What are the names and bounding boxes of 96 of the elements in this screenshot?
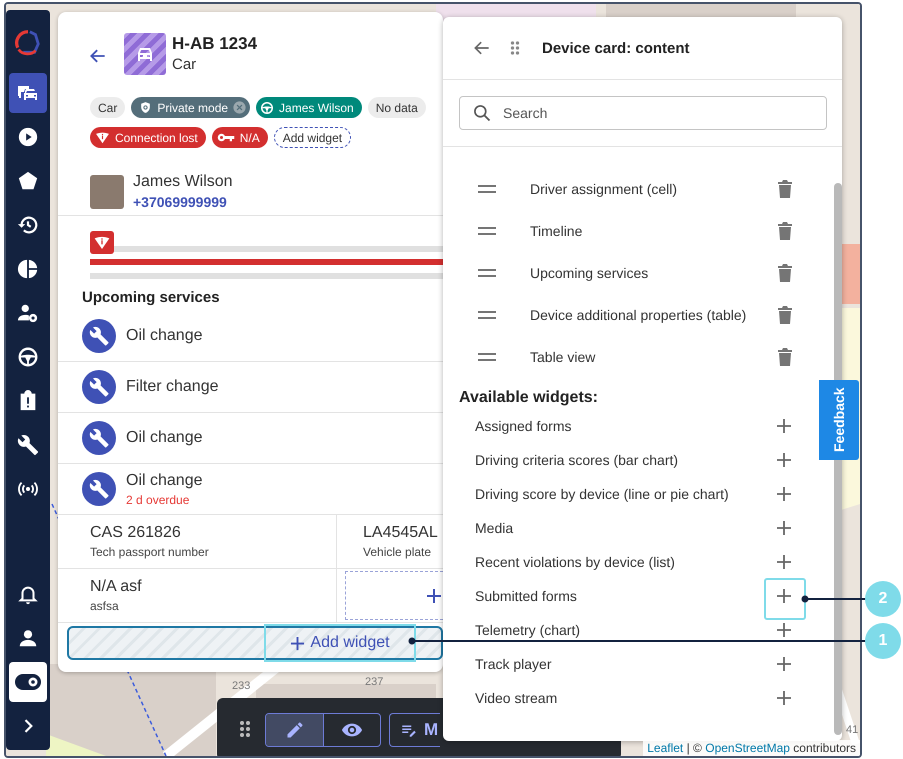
- widget-name: Table view: [530, 349, 596, 365]
- widget-name: Telemetry (chart): [475, 622, 582, 638]
- widget-name: Media: [475, 520, 514, 536]
- add-icon[interactable]: [776, 452, 792, 468]
- sidebar-button[interactable]: [9, 73, 47, 113]
- highlight-box: [764, 578, 806, 620]
- attribution-link[interactable]: Leaflet: [647, 741, 684, 755]
- trash-icon[interactable]: [778, 348, 792, 366]
- search-field[interactable]: Search: [459, 96, 827, 130]
- search-icon: [472, 103, 492, 123]
- add-widget-button[interactable]: Add widget: [268, 628, 412, 658]
- wrench-icon: [82, 472, 116, 506]
- add-icon[interactable]: [776, 588, 792, 604]
- widget-name: Submitted forms: [475, 588, 578, 604]
- toggle-gear-icon: [14, 672, 42, 692]
- map-attribution: Leaflet | © OpenStreetMap contributors: [643, 740, 860, 756]
- callout-number: 1: [865, 623, 901, 659]
- history-icon: [17, 214, 39, 236]
- widget-name: Track player: [475, 656, 553, 672]
- drag-handle-icon[interactable]: [478, 353, 496, 361]
- wrench-icon: [82, 370, 116, 404]
- add-widget-chip[interactable]: Add widget: [274, 127, 352, 148]
- park-area: [46, 734, 106, 756]
- wrench-icon: [17, 434, 39, 456]
- warning-icon: [95, 130, 110, 144]
- driver-name: James Wilson: [133, 173, 233, 191]
- drag-handle-icon[interactable]: [510, 40, 520, 56]
- add-icon[interactable]: [776, 418, 792, 434]
- vehicle-type: Car: [172, 55, 198, 75]
- map-label: 237: [365, 676, 384, 688]
- widget-name: Device additional properties (table): [530, 307, 748, 323]
- pentagon-icon: [17, 170, 39, 192]
- vehicle-title: H-AB 1234: [172, 33, 258, 54]
- widget-name: Timeline: [530, 223, 584, 239]
- leader-line: [802, 596, 866, 602]
- service-item[interactable]: Oil change: [58, 413, 443, 464]
- steering-wheel-icon: [260, 100, 274, 114]
- pie-chart-icon: [17, 258, 39, 280]
- trash-icon[interactable]: [778, 306, 792, 324]
- driver-phone-link[interactable]: +37069999999: [133, 194, 233, 210]
- shield-icon: [139, 101, 152, 114]
- widget-name: Driver assignment (cell): [530, 181, 678, 197]
- section-title: Upcoming services: [82, 289, 220, 306]
- add-icon[interactable]: [776, 622, 792, 638]
- plus-icon: [290, 636, 306, 650]
- widget-name: Driving criteria scores (bar chart): [475, 452, 680, 468]
- property-cell: N/A asf asfsa: [58, 569, 337, 623]
- widget-name: Assigned forms: [475, 418, 572, 434]
- logo-icon: [14, 29, 42, 57]
- drag-handle-icon[interactable]: [478, 185, 496, 193]
- add-icon[interactable]: [776, 520, 792, 536]
- drag-handle-icon[interactable]: [478, 227, 496, 235]
- person-icon: [17, 627, 39, 649]
- widget-name: Video stream: [475, 690, 558, 706]
- trash-icon[interactable]: [778, 222, 792, 240]
- pencil-icon: [284, 720, 304, 740]
- add-icon[interactable]: [776, 554, 792, 570]
- drag-handle-icon[interactable]: [239, 720, 251, 738]
- sidebar-button[interactable]: [9, 662, 47, 702]
- status-chip: N/A: [212, 127, 268, 148]
- status-chip: Car: [90, 97, 126, 118]
- edit-mode-button[interactable]: [266, 714, 323, 746]
- map-label: 41: [846, 724, 858, 736]
- add-icon[interactable]: [776, 486, 792, 502]
- status-chip: Private mode: [131, 97, 250, 118]
- person-gear-icon: [17, 302, 39, 324]
- map-label: 233: [232, 680, 250, 692]
- trash-icon[interactable]: [778, 180, 792, 198]
- wrench-icon: [82, 421, 116, 455]
- wrench-icon: [82, 319, 116, 353]
- key-icon: [216, 132, 235, 143]
- status-chip: No data: [368, 97, 426, 118]
- widget-name: Recent violations by device (list): [475, 554, 676, 570]
- property-cell: CAS 261826 Tech passport number: [58, 515, 337, 569]
- feedback-tab[interactable]: Feedback: [819, 380, 859, 460]
- toolbar-button[interactable]: M: [389, 713, 440, 747]
- drag-handle-icon[interactable]: [478, 311, 496, 319]
- service-item[interactable]: Oil change: [58, 311, 443, 362]
- attribution-link[interactable]: OpenStreetMap: [705, 741, 790, 755]
- widget-name: Upcoming services: [530, 265, 650, 281]
- overdue-text: 2 d overdue: [126, 492, 190, 506]
- steering-wheel-icon: [17, 346, 39, 368]
- callout-number: 2: [865, 581, 901, 617]
- plus-icon: [426, 588, 442, 604]
- service-item[interactable]: Oil change 2 d overdue: [58, 464, 443, 515]
- add-icon[interactable]: [776, 656, 792, 672]
- play-icon: [17, 126, 39, 148]
- status-chip: James Wilson: [256, 97, 362, 118]
- panel-title: Device card: content: [542, 40, 690, 56]
- add-icon[interactable]: [776, 690, 792, 706]
- service-item[interactable]: Filter change: [58, 362, 443, 413]
- status-chip: Connection lost: [90, 127, 206, 148]
- widget-name: Driving score by device (line or pie chart): [475, 486, 730, 502]
- photo-placeholder: [90, 174, 124, 208]
- trash-icon[interactable]: [778, 264, 792, 282]
- drag-handle-icon[interactable]: [478, 269, 496, 277]
